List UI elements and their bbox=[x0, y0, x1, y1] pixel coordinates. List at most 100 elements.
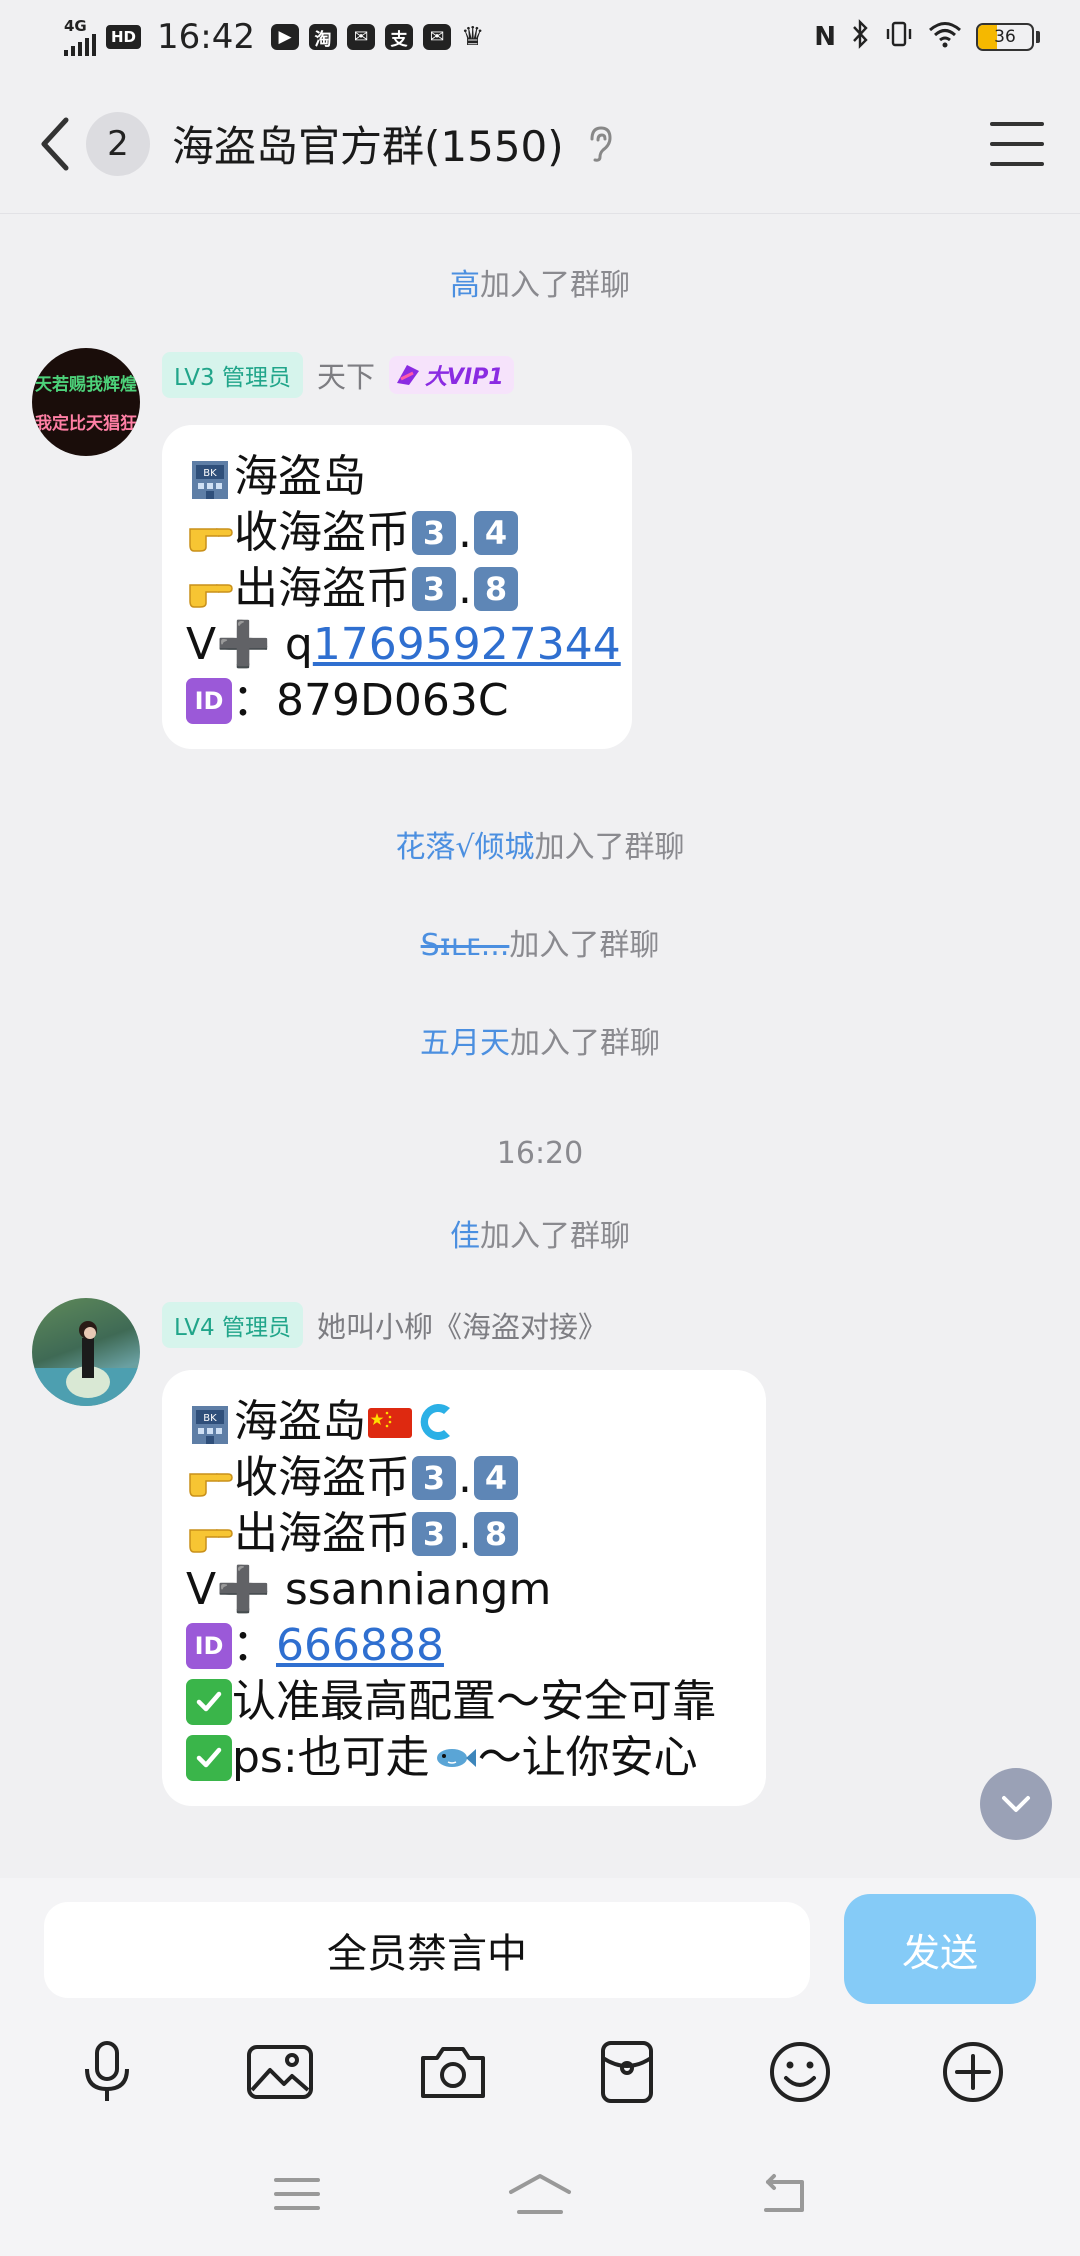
message-text: 认准最高配置～安全可靠 bbox=[232, 1676, 716, 1727]
back-icon[interactable] bbox=[36, 114, 80, 174]
sender-name[interactable]: 天下 bbox=[317, 354, 375, 396]
message-line: ID ： 879D063C bbox=[186, 673, 608, 729]
message-text: . bbox=[458, 1508, 472, 1559]
sender-line: LV3 管理员 天下 大VIP1 bbox=[162, 352, 514, 398]
message-text: 收海盗币 bbox=[234, 507, 410, 558]
level-badge: LV4 管理员 bbox=[162, 1302, 303, 1348]
input-bar: 全员禁言中 发送 bbox=[0, 1878, 1080, 2008]
battery-icon: 36 bbox=[976, 23, 1034, 51]
svg-text:BK: BK bbox=[203, 1413, 217, 1424]
vibrate-icon bbox=[884, 19, 914, 56]
message-line: V➕ q 17695927344 bbox=[186, 617, 621, 673]
system-nav-bar bbox=[0, 2136, 1080, 2256]
phone-link[interactable]: 17695927344 bbox=[313, 617, 621, 673]
input-toolbar bbox=[0, 2008, 1080, 2136]
battery-tip bbox=[1036, 31, 1040, 43]
message-line: 出海盗币 3.8 bbox=[186, 1506, 742, 1562]
keycap-digit: 3 bbox=[412, 567, 456, 611]
battery-level: 36 bbox=[994, 27, 1016, 47]
message-bubble[interactable]: BK 海盗岛 收海盗币 3.4 出海盗币 3.8 V➕ q 17695927344… bbox=[162, 425, 632, 749]
back-nav-icon[interactable] bbox=[758, 2172, 808, 2220]
vip-icon bbox=[396, 365, 419, 385]
message-line: 收海盗币 3.4 bbox=[186, 505, 608, 561]
message-text: V➕ ssanniangm bbox=[186, 1564, 552, 1615]
ear-icon[interactable] bbox=[586, 125, 614, 163]
avatar-text: 天若赐我辉煌 bbox=[35, 375, 137, 395]
unread-count-badge[interactable]: 2 bbox=[86, 111, 150, 176]
keycap-digit: 8 bbox=[474, 567, 518, 611]
level-badge: LV3 管理员 bbox=[162, 352, 303, 398]
message-text: . bbox=[458, 507, 472, 558]
keycap-digit: 4 bbox=[474, 511, 518, 555]
joined-user-name[interactable]: 五月天 bbox=[420, 1026, 510, 1061]
plus-icon[interactable] bbox=[937, 2036, 1009, 2108]
alipay-icon: 支 bbox=[385, 24, 413, 50]
pointing-hand-icon bbox=[189, 1529, 233, 1553]
keycap-digit: 8 bbox=[474, 1512, 518, 1556]
image-icon[interactable] bbox=[244, 2036, 316, 2108]
hotel-icon: BK bbox=[192, 1406, 228, 1444]
avatar[interactable]: 天若赐我辉煌 我定比天猖狂 bbox=[32, 348, 140, 456]
sender-line: LV4 管理员 她叫小柳《海盗对接》 bbox=[162, 1302, 607, 1348]
join-text: 加入了群聊 bbox=[509, 928, 660, 963]
network-type: 4G bbox=[64, 16, 87, 35]
join-text: 加入了群聊 bbox=[534, 830, 685, 865]
message-line: 出海盗币 3.8 bbox=[186, 561, 608, 617]
hotel-icon: BK bbox=[192, 461, 228, 499]
message-line: ID ： 666888 bbox=[186, 1618, 742, 1674]
camera-icon[interactable] bbox=[417, 2036, 489, 2108]
id-link[interactable]: 666888 bbox=[276, 1618, 444, 1674]
menu-icon[interactable] bbox=[990, 121, 1044, 166]
join-notice: 佳加入了群聊 bbox=[0, 1211, 1080, 1255]
message-text: V➕ q bbox=[186, 619, 313, 670]
vip-label: 大VIP1 bbox=[424, 365, 504, 390]
message-text: 出海盗币 bbox=[234, 563, 410, 614]
wifi-icon bbox=[928, 20, 962, 55]
red-packet-icon[interactable] bbox=[591, 2036, 663, 2108]
hd-badge: HD bbox=[106, 25, 142, 49]
joined-user-name[interactable]: 佳 bbox=[450, 1219, 480, 1254]
message-icon: ✉ bbox=[423, 24, 451, 50]
page-title[interactable]: 海盗岛官方群(1550) bbox=[172, 113, 564, 174]
join-text: 加入了群聊 bbox=[510, 1026, 660, 1061]
play-icon: ▶ bbox=[271, 24, 299, 50]
sender-name[interactable]: 她叫小柳《海盗对接》 bbox=[317, 1304, 607, 1346]
message-bubble[interactable]: BK 海盗岛 收海盗币 3.4 出海盗币 3.8 V➕ ssanniangm I… bbox=[162, 1370, 766, 1806]
message-line: V➕ ssanniangm bbox=[186, 1562, 742, 1618]
message-line: 认准最高配置～安全可靠 bbox=[186, 1674, 742, 1730]
message-text: ～让你安心 bbox=[477, 1732, 698, 1783]
check-mark-icon bbox=[186, 1735, 232, 1781]
crescent-c-icon bbox=[420, 1404, 450, 1440]
id-icon: ID bbox=[186, 678, 232, 724]
message-text: 海盗岛 bbox=[234, 1396, 366, 1447]
keycap-digit: 3 bbox=[412, 511, 456, 555]
avatar[interactable] bbox=[32, 1298, 140, 1406]
send-button[interactable]: 发送 bbox=[844, 1894, 1036, 2004]
bluetooth-icon bbox=[850, 18, 870, 56]
message-line: BK 海盗岛 bbox=[186, 449, 608, 505]
message-text: 收海盗币 bbox=[234, 1452, 410, 1503]
keycap-digit: 3 bbox=[412, 1512, 456, 1556]
message-input-muted[interactable]: 全员禁言中 bbox=[44, 1902, 810, 1998]
message-timestamp: 16:20 bbox=[496, 1136, 584, 1171]
pointing-hand-icon bbox=[189, 1473, 233, 1497]
fish-icon bbox=[436, 1749, 476, 1767]
chat-header: 2 海盗岛官方群(1550) bbox=[0, 74, 1080, 214]
message-text: . bbox=[458, 563, 472, 614]
joined-user-name[interactable]: 高 bbox=[450, 268, 480, 303]
emoji-icon[interactable] bbox=[764, 2036, 836, 2108]
recent-apps-icon[interactable] bbox=[272, 2174, 322, 2218]
scroll-to-bottom-button[interactable] bbox=[980, 1768, 1052, 1840]
china-flag-icon bbox=[368, 1408, 412, 1438]
message-text: 879D063C bbox=[276, 675, 509, 726]
join-text: 加入了群聊 bbox=[480, 1219, 630, 1254]
status-time: 16:42 bbox=[157, 17, 255, 57]
joined-user-name[interactable]: 花落√倾城 bbox=[395, 830, 534, 865]
home-icon[interactable] bbox=[507, 2172, 573, 2220]
signal-icon bbox=[64, 33, 96, 56]
joined-user-name[interactable]: Sɪʟᴇ... bbox=[421, 928, 510, 963]
mail-icon: ✉ bbox=[347, 24, 375, 50]
message-line: BK 海盗岛 bbox=[186, 1394, 742, 1450]
microphone-icon[interactable] bbox=[71, 2036, 143, 2108]
status-bar: 4G HD 16:42 ▶ 淘 ✉ 支 ✉ ♛ N 36 bbox=[0, 0, 1080, 74]
